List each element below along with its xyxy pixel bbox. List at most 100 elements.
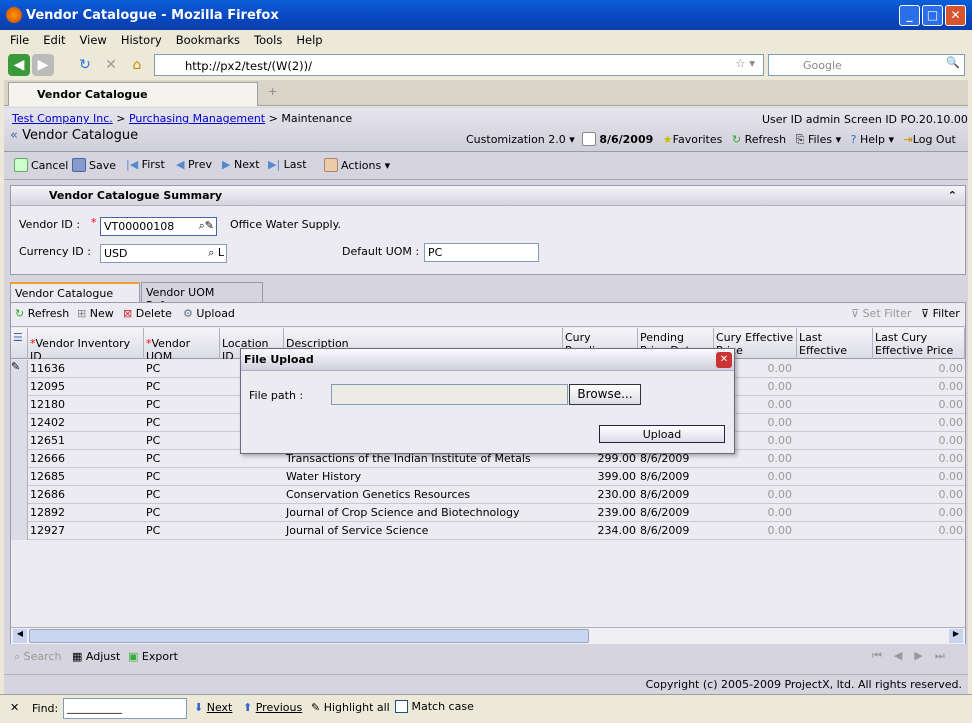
col-vendor-inventory-id[interactable]: *Vendor Inventory ID: [28, 328, 144, 359]
set-filter-button[interactable]: ⊽ Set Filter: [851, 307, 911, 320]
tab-vendor-uom-reference[interactable]: Vendor UOM Reference: [141, 282, 263, 312]
scroll-right-button[interactable]: ▶: [949, 629, 963, 643]
menu-edit[interactable]: Edit: [43, 33, 65, 47]
row-selector[interactable]: [11, 522, 28, 540]
cell-description: Water History: [286, 470, 362, 483]
upload-button[interactable]: Upload: [599, 425, 725, 443]
browser-tab[interactable]: Vendor Catalogue: [8, 82, 258, 106]
tab-vendor-catalogue-details[interactable]: Vendor Catalogue Details: [10, 282, 140, 313]
match-case-checkbox[interactable]: Match case: [395, 700, 474, 713]
filter-button[interactable]: ⊽ Filter: [921, 307, 960, 320]
col-last-effective-date[interactable]: Last Effective Date: [797, 328, 873, 359]
cell-effective-price: 0.00: [767, 488, 793, 501]
menu-file[interactable]: File: [10, 33, 29, 47]
vendor-id-field[interactable]: VT00000108 ⌕✎: [100, 217, 217, 236]
star-icon[interactable]: ☆ ▾: [735, 56, 755, 70]
close-find-icon[interactable]: ✕: [10, 701, 19, 714]
home-icon[interactable]: ⌂: [126, 54, 148, 76]
find-next-button[interactable]: ⬇ Next: [194, 701, 232, 714]
row-selector[interactable]: [11, 432, 28, 450]
next-button[interactable]: ▶ Next: [222, 158, 260, 171]
default-uom-field[interactable]: PC: [424, 243, 539, 262]
cell-pending-date: 8/6/2009: [640, 524, 690, 537]
menu-history[interactable]: History: [121, 33, 162, 47]
url-input[interactable]: http://px2/test/(W(2))/ ☆ ▾: [154, 54, 764, 76]
horizontal-scrollbar[interactable]: ◀ ▶: [11, 627, 965, 644]
row-selector[interactable]: [11, 486, 28, 504]
lookup-icon: ⌕✎: [198, 219, 214, 232]
logout-button[interactable]: ⇥Log Out: [904, 133, 956, 146]
menu-bookmarks[interactable]: Bookmarks: [176, 33, 240, 47]
prev-icon: ◀: [176, 158, 185, 171]
browse-button[interactable]: Browse...: [569, 384, 641, 405]
file-path-input[interactable]: [331, 384, 568, 405]
favorites-button[interactable]: ★Favorites: [663, 133, 723, 146]
pager-buttons[interactable]: ⏮◀▶⏭: [872, 649, 957, 663]
help-menu[interactable]: ? Help ▾: [851, 133, 894, 146]
customization-menu[interactable]: Customization 2.0 ▾: [466, 133, 575, 146]
cell-uom: PC: [146, 434, 161, 447]
first-button[interactable]: |◀ First: [126, 158, 165, 171]
table-row[interactable]: 12927 PC Journal of Service Science 234.…: [11, 522, 965, 540]
row-selector[interactable]: [11, 504, 28, 522]
collapse-icon[interactable]: «: [10, 128, 18, 143]
actions-menu[interactable]: Actions ▾: [324, 158, 390, 172]
cell-description: Conservation Genetics Resources: [286, 488, 471, 501]
save-button[interactable]: Save: [72, 158, 116, 172]
breadcrumb-module[interactable]: Purchasing Management: [129, 112, 265, 125]
row-selector[interactable]: [11, 414, 28, 432]
date-picker[interactable]: 8/6/2009: [582, 132, 653, 146]
prev-button[interactable]: ◀ Prev: [176, 158, 212, 171]
new-tab-button[interactable]: +: [268, 85, 277, 98]
col-vendor-uom[interactable]: *Vendor UOM: [144, 328, 220, 359]
last-button[interactable]: ▶| Last: [268, 158, 307, 171]
grid-new-button[interactable]: ⊞ New: [77, 307, 114, 320]
forward-button[interactable]: ▶: [32, 54, 54, 76]
scroll-left-button[interactable]: ◀: [13, 629, 27, 643]
table-row[interactable]: 12685 PC Water History 399.00 8/6/2009 0…: [11, 468, 965, 486]
cancel-button[interactable]: Cancel: [14, 158, 68, 172]
export-button[interactable]: ▣ Export: [128, 650, 178, 663]
scroll-thumb[interactable]: [29, 629, 589, 643]
col-last-cury-effective-price[interactable]: Last Cury Effective Price: [873, 328, 965, 359]
calendar-icon: [582, 132, 597, 146]
table-row[interactable]: 12686 PC Conservation Genetics Resources…: [11, 486, 965, 504]
search-input[interactable]: Google 🔍: [768, 54, 965, 76]
grid-upload-button[interactable]: ⚙ Upload: [183, 307, 235, 320]
highlight-all-button[interactable]: ✎ Highlight all: [311, 701, 390, 714]
back-button[interactable]: ◀: [8, 54, 30, 76]
dialog-close-icon[interactable]: ✕: [716, 352, 732, 368]
row-selector[interactable]: [11, 396, 28, 414]
row-selector[interactable]: ✎: [11, 360, 28, 378]
stop-icon[interactable]: ✕: [100, 54, 122, 76]
collapse-panel-icon[interactable]: ⌃: [948, 189, 957, 202]
menu-tools[interactable]: Tools: [254, 33, 282, 47]
currency-field[interactable]: USD ⌕ L: [100, 244, 227, 263]
required-marker: *: [91, 216, 97, 229]
minimize-button[interactable]: _: [899, 5, 920, 26]
reload-icon[interactable]: ↻: [74, 54, 96, 76]
search-button[interactable]: ⌕ Search: [14, 650, 61, 664]
maximize-button[interactable]: □: [922, 5, 943, 26]
table-row[interactable]: 12892 PC Journal of Crop Science and Bio…: [11, 504, 965, 522]
menu-help[interactable]: Help: [296, 33, 322, 47]
find-previous-button[interactable]: ⬆ Previous: [243, 701, 302, 714]
cell-last-effective-price: 0.00: [938, 434, 964, 447]
cancel-icon: [14, 158, 28, 172]
breadcrumb-company[interactable]: Test Company Inc.: [12, 112, 113, 125]
search-icon[interactable]: 🔍: [946, 56, 960, 69]
column-chooser-icon[interactable]: ☰: [11, 328, 28, 359]
close-button[interactable]: ✕: [945, 5, 966, 26]
row-selector[interactable]: [11, 378, 28, 396]
row-selector[interactable]: [11, 450, 28, 468]
grid-toolbar: ↻ Refresh ⊞ New ⊠ Delete ⚙ Upload ⊽ Set …: [11, 303, 965, 327]
find-input[interactable]: __________: [63, 698, 187, 719]
cell-pending-price: 230.00: [597, 488, 637, 501]
grid-refresh-button[interactable]: ↻ Refresh: [15, 307, 69, 320]
grid-delete-button[interactable]: ⊠ Delete: [123, 307, 172, 320]
adjust-button[interactable]: ▦ Adjust: [72, 650, 120, 663]
menu-view[interactable]: View: [80, 33, 107, 47]
files-menu[interactable]: ⎘ Files ▾: [796, 133, 841, 146]
refresh-button[interactable]: ↻ Refresh: [732, 133, 786, 146]
row-selector[interactable]: [11, 468, 28, 486]
